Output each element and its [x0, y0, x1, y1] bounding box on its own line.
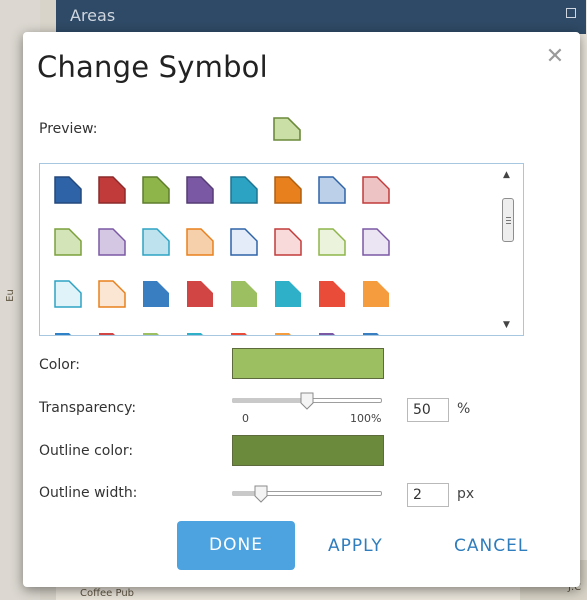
symbol-swatch[interactable] [184, 330, 216, 335]
transparency-max-label: 100% [350, 412, 382, 425]
areas-panel-title: Areas [70, 6, 116, 25]
map-place-label: Coffee Pub [80, 588, 135, 599]
restore-icon[interactable] [566, 8, 576, 18]
close-icon[interactable]: ✕ [544, 46, 566, 68]
symbol-swatch[interactable] [52, 174, 84, 206]
done-button[interactable]: DONE [177, 521, 295, 570]
areas-panel-header: Areas [56, 0, 586, 34]
symbol-swatch[interactable] [272, 226, 304, 258]
transparency-slider-handle[interactable] [300, 392, 314, 410]
outline-width-input[interactable] [407, 483, 449, 507]
symbol-swatch[interactable] [140, 278, 172, 310]
symbol-swatch[interactable] [272, 278, 304, 310]
color-label: Color: [39, 357, 81, 373]
outline-width-slider[interactable] [232, 485, 382, 509]
symbol-swatch[interactable] [184, 278, 216, 310]
scroll-down-icon[interactable]: ▼ [503, 320, 510, 330]
symbol-swatch[interactable] [96, 330, 128, 335]
map-side-label: Eu [4, 289, 16, 302]
symbol-swatch[interactable] [228, 278, 260, 310]
transparency-label: Transparency: [39, 400, 137, 416]
symbol-swatch[interactable] [96, 174, 128, 206]
symbol-swatch[interactable] [184, 174, 216, 206]
symbol-swatch[interactable] [184, 226, 216, 258]
symbol-gallery[interactable]: ▲ ▼ [39, 163, 524, 336]
transparency-input[interactable] [407, 398, 449, 422]
symbol-swatch[interactable] [228, 174, 260, 206]
symbol-swatch[interactable] [316, 330, 348, 335]
apply-button[interactable]: APPLY [328, 536, 383, 556]
color-swatch-button[interactable] [232, 348, 384, 379]
symbol-swatch[interactable] [52, 226, 84, 258]
transparency-unit: % [457, 401, 471, 417]
symbol-swatch[interactable] [316, 278, 348, 310]
gallery-scrollbar[interactable]: ▲ ▼ [500, 170, 517, 330]
symbol-swatch[interactable] [140, 174, 172, 206]
symbol-swatch[interactable] [96, 278, 128, 310]
outline-width-unit: px [457, 486, 475, 502]
outline-color-label: Outline color: [39, 443, 134, 459]
cancel-button[interactable]: CANCEL [454, 536, 528, 556]
transparency-min-label: 0 [242, 412, 249, 425]
symbol-swatch[interactable] [360, 226, 392, 258]
dialog-title: Change Symbol [37, 50, 268, 84]
symbol-swatch[interactable] [360, 278, 392, 310]
symbol-swatch[interactable] [316, 226, 348, 258]
symbol-swatch[interactable] [52, 278, 84, 310]
scrollbar-thumb[interactable] [502, 198, 514, 242]
outline-width-label: Outline width: [39, 485, 138, 501]
symbol-swatch[interactable] [96, 226, 128, 258]
symbol-swatch[interactable] [316, 174, 348, 206]
symbol-preview [272, 116, 302, 146]
symbol-swatch[interactable] [140, 226, 172, 258]
symbol-swatch[interactable] [360, 330, 392, 335]
preview-label: Preview: [39, 121, 98, 137]
symbol-swatch[interactable] [228, 226, 260, 258]
change-symbol-dialog: Change Symbol ✕ Preview: ▲ ▼ Color: Tran… [23, 32, 580, 587]
symbol-swatch[interactable] [360, 174, 392, 206]
outline-width-slider-handle[interactable] [254, 485, 268, 503]
symbol-swatch[interactable] [52, 330, 84, 335]
symbol-swatch[interactable] [272, 330, 304, 335]
symbol-swatch[interactable] [228, 330, 260, 335]
symbol-swatch[interactable] [140, 330, 172, 335]
outline-color-swatch-button[interactable] [232, 435, 384, 466]
symbol-swatch[interactable] [272, 174, 304, 206]
scroll-up-icon[interactable]: ▲ [503, 170, 510, 180]
